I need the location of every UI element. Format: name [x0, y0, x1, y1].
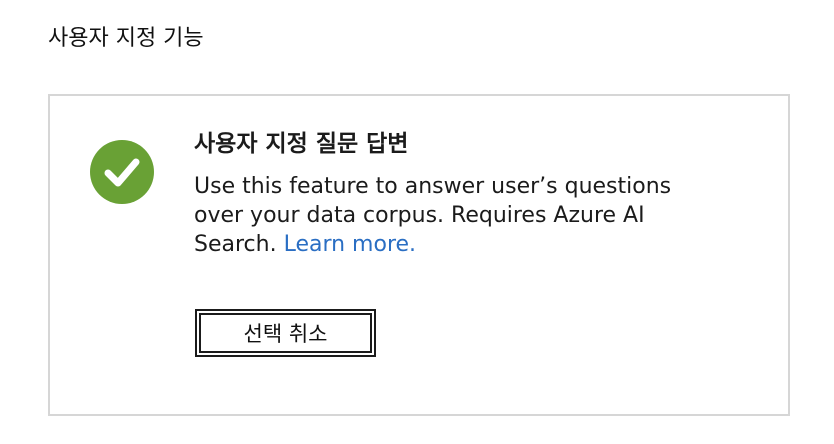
feature-description: Use this feature to answer user’s questi… [194, 172, 714, 259]
custom-qa-feature-card: 사용자 지정 질문 답변 Use this feature to answer … [48, 94, 790, 416]
learn-more-link[interactable]: Learn more. [284, 232, 416, 257]
section-heading: 사용자 지정 기능 [48, 26, 204, 51]
feature-title: 사용자 지정 질문 답변 [194, 131, 409, 157]
deselect-button[interactable]: 선택 취소 [195, 309, 376, 357]
deselect-button-label: 선택 취소 [199, 313, 372, 353]
check-circle-icon [90, 140, 154, 204]
feature-description-text: Use this feature to answer user’s questi… [194, 174, 672, 257]
